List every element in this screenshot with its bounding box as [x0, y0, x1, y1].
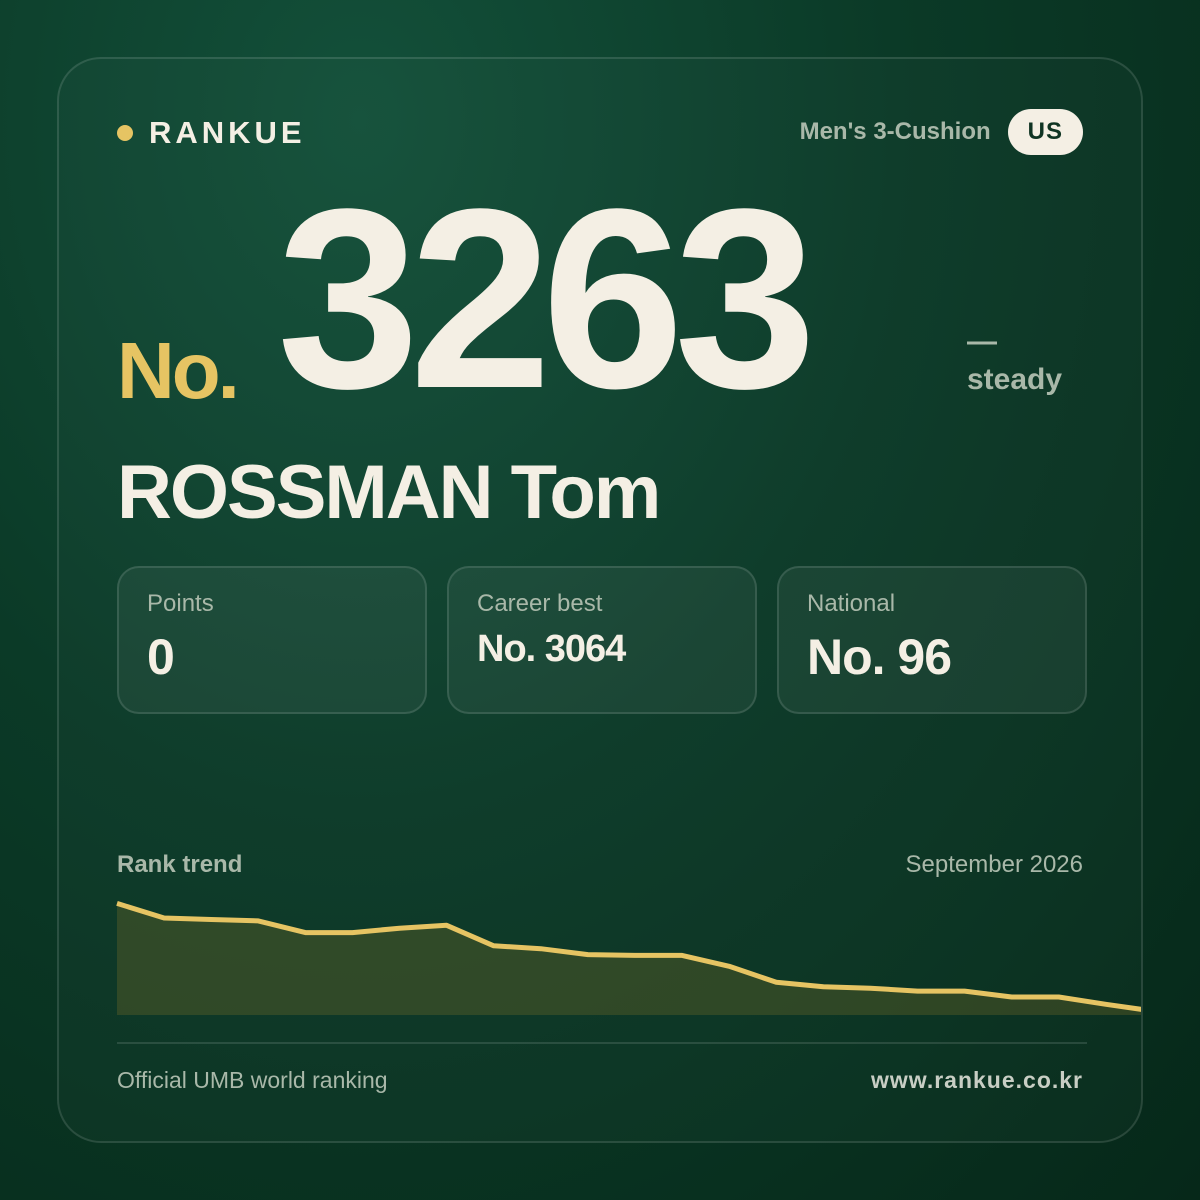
trend-label: steady: [967, 363, 1063, 396]
footer-source: Official UMB world ranking: [117, 1067, 388, 1093]
footer-url[interactable]: www.rankue.co.kr: [871, 1067, 1083, 1094]
player-name: ROSSMAN Tom: [117, 450, 661, 535]
rank-card: RANKUE Men's 3-Cushion US No. 3263 — ste…: [57, 57, 1143, 1143]
stat-label: Career best: [477, 590, 603, 617]
stat-value: 0: [147, 629, 175, 685]
stat-value: No. 3064: [477, 628, 626, 670]
stat-label: National: [807, 590, 896, 617]
trend-dash-icon: —: [967, 325, 997, 358]
chart-title: Rank trend: [117, 851, 243, 878]
rank-trend-chart: [116, 901, 1141, 1015]
trend-indicator: — steady: [967, 327, 1062, 397]
footer-divider: [117, 1042, 1087, 1044]
chart-date: September 2026: [905, 851, 1083, 878]
brand-name: RANKUE: [149, 115, 306, 150]
category-header: Men's 3-Cushion US: [800, 109, 1083, 155]
brand-dot-icon: [117, 125, 133, 141]
brand-logo: RANKUE: [117, 115, 306, 151]
rank-prefix: No.: [117, 326, 240, 415]
rank-number: 3263: [277, 156, 816, 442]
stat-label: Points: [147, 590, 214, 617]
country-badge: US: [1007, 109, 1083, 155]
stat-card-career-best: Career best No. 3064: [447, 566, 757, 714]
stat-card-points: Points 0: [117, 566, 427, 714]
stat-card-national: National No. 96: [777, 566, 1087, 714]
category-label: Men's 3-Cushion: [799, 118, 991, 145]
trend-area: [117, 903, 1141, 1015]
stat-value: No. 96: [807, 629, 952, 685]
